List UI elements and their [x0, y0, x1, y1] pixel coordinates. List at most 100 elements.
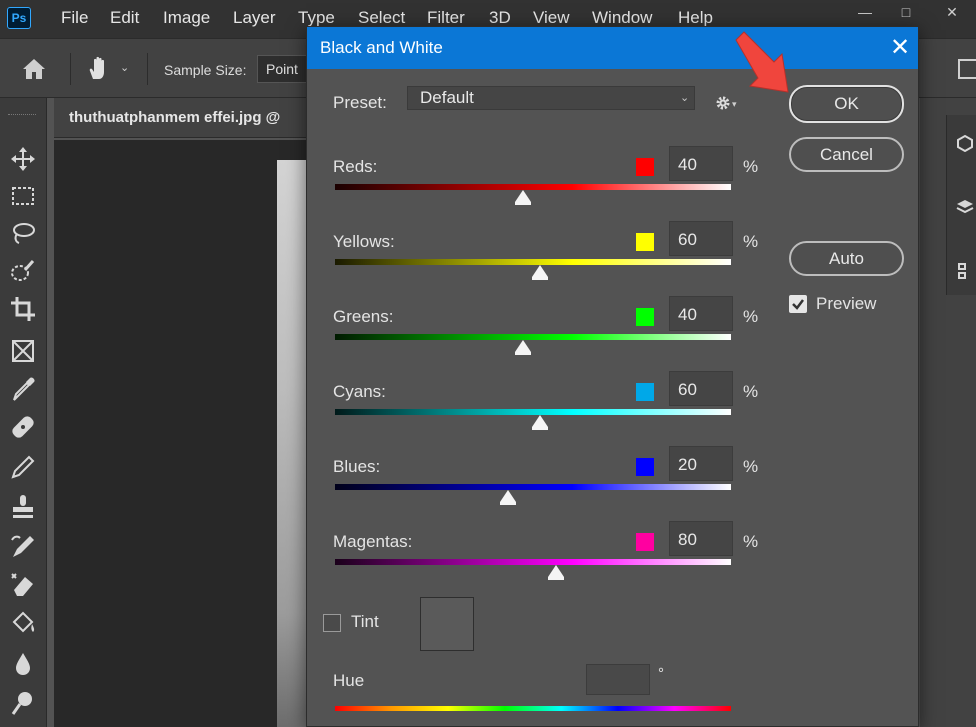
chevron-down-icon[interactable]: ⌄	[680, 91, 689, 104]
healing-brush-tool-icon[interactable]	[8, 412, 38, 442]
chevron-down-icon[interactable]: ▾	[732, 99, 737, 110]
share-icon[interactable]	[958, 59, 976, 79]
document-image[interactable]	[277, 160, 307, 727]
crop-tool-icon[interactable]	[8, 294, 38, 324]
auto-button[interactable]: Auto	[789, 241, 904, 276]
menu-type[interactable]: Type	[298, 8, 335, 28]
eyedropper-tool-icon[interactable]	[8, 374, 38, 404]
options-separator	[70, 53, 71, 85]
percent-sign: %	[743, 307, 759, 326]
brush-tool-icon[interactable]	[8, 452, 38, 482]
hand-tool-icon[interactable]	[85, 55, 111, 81]
layers-panel-icon[interactable]	[956, 198, 974, 216]
menu-layer[interactable]: Layer	[233, 8, 276, 28]
blur-tool-icon[interactable]	[8, 649, 38, 679]
value-field[interactable]: 40	[669, 146, 733, 181]
percent-sign: %	[743, 382, 759, 401]
menu-view[interactable]: View	[533, 8, 570, 28]
clone-stamp-tool-icon[interactable]	[8, 492, 38, 522]
frame-tool-icon[interactable]	[8, 336, 38, 366]
color-swatch	[636, 458, 654, 476]
slider-thumb[interactable]	[532, 415, 549, 430]
tint-row: Tint	[307, 597, 707, 657]
lasso-tool-icon[interactable]	[8, 218, 38, 248]
value-field[interactable]: 20	[669, 446, 733, 481]
slider-thumb[interactable]	[532, 265, 549, 280]
history-brush-tool-icon[interactable]	[8, 532, 38, 562]
slider-label: Reds:	[333, 157, 378, 176]
hue-label: Hue	[333, 671, 365, 690]
color-swatch	[636, 383, 654, 401]
menu-image[interactable]: Image	[163, 8, 210, 28]
home-icon[interactable]	[22, 58, 46, 80]
checkmark-icon	[792, 299, 804, 310]
hue-slider-track[interactable]	[335, 706, 731, 711]
photoshop-logo: Ps	[7, 7, 31, 29]
slider-row-yellows: Yellows: 60 %	[307, 221, 777, 292]
slider-thumb[interactable]	[499, 490, 516, 505]
value-field[interactable]: 80	[669, 521, 733, 556]
black-and-white-dialog: Black and White ✕ Preset: Default ⌄ ▾ Re…	[306, 26, 919, 727]
sample-size-label: Sample Size:	[164, 62, 247, 78]
minimize-icon[interactable]: —	[849, 2, 881, 22]
eraser-tool-icon[interactable]	[8, 570, 38, 600]
tint-label: Tint	[351, 612, 379, 631]
tools-panel	[0, 98, 47, 727]
arrow-annotation-icon	[735, 31, 789, 93]
slider-thumb[interactable]	[515, 190, 532, 205]
menu-file[interactable]: File	[61, 8, 88, 28]
slider-row-blues: Blues: 20 %	[307, 446, 777, 517]
slider-label: Cyans:	[333, 382, 386, 401]
cancel-button[interactable]: Cancel	[789, 137, 904, 172]
percent-sign: %	[743, 532, 759, 551]
slider-label: Magentas:	[333, 532, 413, 551]
marquee-tool-icon[interactable]	[8, 181, 38, 211]
slider-track[interactable]	[335, 484, 731, 490]
percent-sign: %	[743, 232, 759, 251]
maximize-icon[interactable]: □	[890, 2, 922, 22]
slider-track[interactable]	[335, 559, 731, 565]
close-icon[interactable]: ✕	[885, 33, 915, 63]
gear-icon[interactable]	[715, 95, 731, 111]
menu-window[interactable]: Window	[592, 8, 652, 28]
percent-sign: %	[743, 157, 759, 176]
channels-panel-icon[interactable]	[956, 262, 974, 280]
menu-select[interactable]: Select	[358, 8, 405, 28]
quick-selection-tool-icon[interactable]	[8, 256, 38, 286]
dodge-tool-icon[interactable]	[8, 688, 38, 718]
menu-filter[interactable]: Filter	[427, 8, 465, 28]
slider-track[interactable]	[335, 334, 731, 340]
window-close-icon[interactable]: ✕	[936, 2, 968, 22]
dialog-titlebar[interactable]: Black and White ✕	[307, 27, 918, 69]
menu-3d[interactable]: 3D	[489, 8, 511, 28]
document-tab[interactable]: thuthuatphanmem effei.jpg @	[54, 98, 310, 138]
ok-button[interactable]: OK	[789, 85, 904, 123]
slider-label: Greens:	[333, 307, 394, 326]
slider-track[interactable]	[335, 184, 731, 190]
paint-bucket-tool-icon[interactable]	[8, 608, 38, 638]
menu-help[interactable]: Help	[678, 8, 713, 28]
slider-row-reds: Reds: 40 %	[307, 146, 777, 217]
color-swatch	[636, 158, 654, 176]
slider-label: Yellows:	[333, 232, 395, 251]
slider-thumb[interactable]	[515, 340, 532, 355]
options-separator	[147, 53, 148, 85]
value-field[interactable]: 60	[669, 371, 733, 406]
3d-panel-icon[interactable]	[956, 134, 974, 152]
hue-field[interactable]	[586, 664, 650, 695]
chevron-down-icon[interactable]: ⌄	[120, 61, 129, 74]
degree-sign: °	[658, 665, 664, 682]
value-field[interactable]: 60	[669, 221, 733, 256]
tint-checkbox[interactable]	[323, 614, 341, 632]
percent-sign: %	[743, 457, 759, 476]
panel-grip[interactable]	[8, 114, 36, 116]
preview-checkbox[interactable]	[789, 295, 807, 313]
sample-size-select[interactable]: Point	[257, 55, 309, 83]
tint-color-swatch[interactable]	[420, 597, 474, 651]
menu-edit[interactable]: Edit	[110, 8, 139, 28]
move-tool-icon[interactable]	[8, 144, 38, 174]
preset-select[interactable]: Default	[407, 86, 695, 110]
slider-thumb[interactable]	[547, 565, 564, 580]
canvas-area[interactable]	[54, 140, 306, 727]
value-field[interactable]: 40	[669, 296, 733, 331]
